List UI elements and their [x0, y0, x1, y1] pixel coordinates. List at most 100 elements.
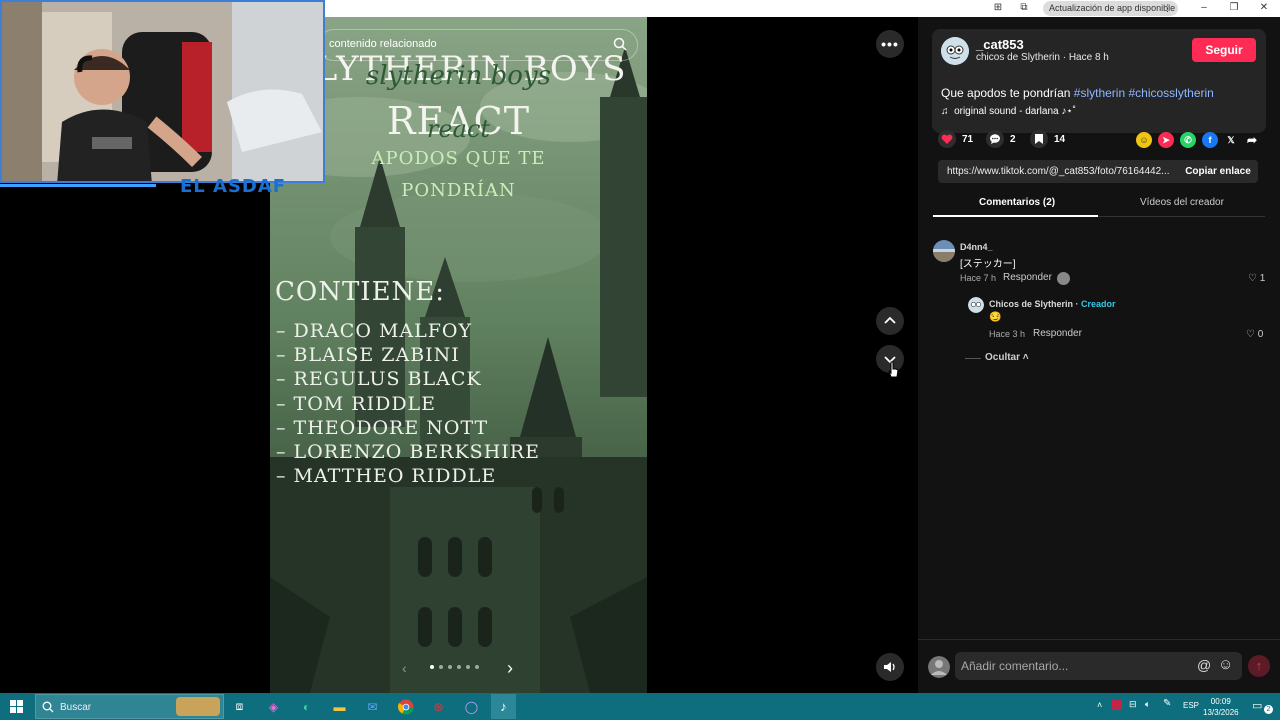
slide-dot[interactable] [439, 665, 443, 669]
share-arrow-icon[interactable]: ➦ [1244, 132, 1260, 148]
avatar[interactable] [933, 240, 955, 262]
reply-text: 😏 [989, 312, 1002, 323]
slide-dot[interactable] [448, 665, 452, 669]
post-link-url[interactable]: https://www.tiktok.com/@_cat853/foto/761… [947, 166, 1171, 177]
tray-overflow-icon[interactable]: ˄ [1097, 700, 1102, 710]
tab-comments[interactable]: Comentarios (2) [979, 197, 1055, 208]
related-search-bar[interactable]: contenido relacionado [318, 29, 638, 61]
taskbar-search[interactable]: Buscar [35, 694, 224, 719]
speaker-icon[interactable]: 🔈︎ [1145, 699, 1150, 710]
list-item: – THEODORE NOTT [276, 416, 489, 439]
photo-slide[interactable]: SLYTHERIN BOYS slytherin boys REACT reac… [270, 17, 647, 693]
author-name[interactable]: _cat853 [976, 37, 1024, 52]
minimize-icon[interactable]: – [1198, 2, 1210, 14]
close-icon[interactable]: ✕ [1258, 2, 1270, 14]
list-item: – DRACO MALFOY [276, 320, 473, 342]
webcam-accent-bar [0, 184, 156, 187]
input-language[interactable]: ESP [1183, 701, 1199, 710]
comment-like-count: 1 [1259, 273, 1266, 284]
list-item: – MATTHEO RIDDLE [276, 465, 497, 488]
reply-button[interactable]: Responder [1003, 272, 1052, 283]
hashtag-link[interactable]: #chicosslytherin [1128, 86, 1213, 100]
search-highlight-icon [176, 697, 220, 716]
outlook-icon[interactable]: ✉ [363, 697, 382, 716]
emoji-icon[interactable]: ☺ [1218, 656, 1233, 673]
post-link-box: https://www.tiktok.com/@_cat853/foto/761… [938, 160, 1258, 183]
emoji-share-icon[interactable]: ☺ [1136, 132, 1152, 148]
post-caption: Que apodos te pondrían #slytherin #chico… [941, 86, 1214, 100]
translate-icon[interactable]: ⊞ [992, 2, 1004, 14]
author-meta: chicos de Slytherin · Hace 8 h [976, 52, 1109, 63]
slide-dot[interactable] [430, 665, 434, 669]
chevron-left-icon[interactable]: ‹ [402, 660, 407, 676]
hide-replies-label: Ocultar [985, 352, 1021, 363]
heart-icon [938, 130, 956, 148]
post-comment-button[interactable]: ↑ [1248, 655, 1270, 677]
hide-replies-button[interactable]: Ocultar ˄ [985, 352, 1029, 363]
chrome-icon[interactable] [396, 697, 415, 716]
volume-icon [884, 662, 895, 672]
more-options-button[interactable]: ••• [876, 30, 904, 58]
comment-button[interactable]: 2 [986, 130, 1016, 148]
list-item: – TOM RIDDLE [276, 392, 437, 415]
mention-icon[interactable]: @ [1197, 657, 1211, 673]
send-share-icon[interactable]: ➤ [1158, 132, 1174, 148]
slide-subtitle-line2: PONDRÍAN [401, 180, 516, 201]
tab-creator-videos[interactable]: Vídeos del creador [1140, 197, 1224, 208]
slide-dot[interactable] [457, 665, 461, 669]
previous-post-button[interactable] [876, 307, 904, 335]
pen-icon[interactable]: ✎ [1163, 698, 1171, 709]
extensions-icon[interactable]: ⧉ [1018, 2, 1030, 14]
divider [965, 358, 981, 359]
like-button[interactable]: 71 [938, 130, 973, 148]
arrow-up-icon: ↑ [1255, 658, 1263, 673]
notification-icon[interactable]: ▭ [1252, 699, 1262, 712]
mouse-cursor-icon [888, 361, 899, 378]
update-available-button[interactable]: Actualización de app disponible ⋮ [1043, 1, 1178, 16]
whatsapp-icon[interactable]: ✆ [1180, 132, 1196, 148]
action-bar: 71 2 14 ☺ ➤ ✆ f 𝕏 ➦ [938, 130, 1268, 150]
chevron-right-icon[interactable]: › [507, 658, 513, 679]
system-clock[interactable]: 00:09 13/3/2026 [1203, 696, 1239, 718]
x-icon[interactable]: 𝕏 [1223, 132, 1239, 148]
list-item: – LORENZO BERKSHIRE [276, 441, 540, 464]
task-view-icon[interactable]: ⧈ [230, 697, 249, 716]
obs-icon[interactable]: ⊛ [429, 697, 448, 716]
slide-dot[interactable] [466, 665, 470, 669]
edge-icon[interactable]: ◐ [297, 697, 316, 716]
comment-like-button[interactable]: ♡ 1 [1248, 273, 1265, 284]
app-ring-icon[interactable]: ◯ [462, 697, 481, 716]
sound-link[interactable]: ♫ original sound - darlana ♪⋆˚ [941, 106, 1076, 117]
follow-button[interactable]: Seguir [1192, 38, 1256, 62]
slide-script-line1: slytherin boys [365, 61, 551, 91]
list-item: – BLAISE ZABINI [276, 344, 460, 367]
comment-author[interactable]: D4nn4_ [960, 242, 993, 252]
facebook-icon[interactable]: f [1202, 132, 1218, 148]
avatar[interactable] [968, 297, 984, 313]
reply-like-button[interactable]: ♡ 0 [1246, 329, 1263, 340]
search-icon [42, 700, 54, 718]
copilot-icon[interactable]: ◈ [264, 697, 283, 716]
file-explorer-icon[interactable]: ▬ [330, 697, 349, 716]
search-icon [613, 37, 627, 56]
taskbar: Buscar ⧈ ◈ ◐ ▬ ✉ ⊛ ◯ ♪ ˄ ⊟ 🔈︎ ✎ ESP 00:0… [0, 693, 1280, 720]
network-icon[interactable]: ⊟ [1129, 699, 1137, 710]
comment-composer: @ ☺ ↑ [918, 639, 1280, 693]
tiktok-icon[interactable]: ♪ [491, 694, 516, 719]
comment-input[interactable] [961, 656, 1189, 676]
save-button[interactable]: 14 [1030, 130, 1065, 148]
copy-link-button[interactable]: Copiar enlace [1178, 160, 1258, 183]
tray-app-icon[interactable] [1112, 700, 1122, 710]
volume-button[interactable] [876, 653, 904, 681]
bookmark-icon [1030, 130, 1048, 148]
caption-text: Que apodos te pondrían [941, 86, 1074, 100]
slide-dot[interactable] [475, 665, 479, 669]
restore-icon[interactable]: ❐ [1228, 2, 1240, 14]
avatar[interactable] [941, 37, 969, 65]
windows-start-icon[interactable] [7, 697, 26, 716]
comment-time: Hace 7 h [960, 273, 997, 283]
reply-button[interactable]: Responder [1033, 328, 1082, 339]
hashtag-link[interactable]: #slytherin [1074, 86, 1125, 100]
reply-author[interactable]: Chicos de Slytherin [989, 299, 1073, 309]
more-icon: ••• [881, 36, 899, 52]
